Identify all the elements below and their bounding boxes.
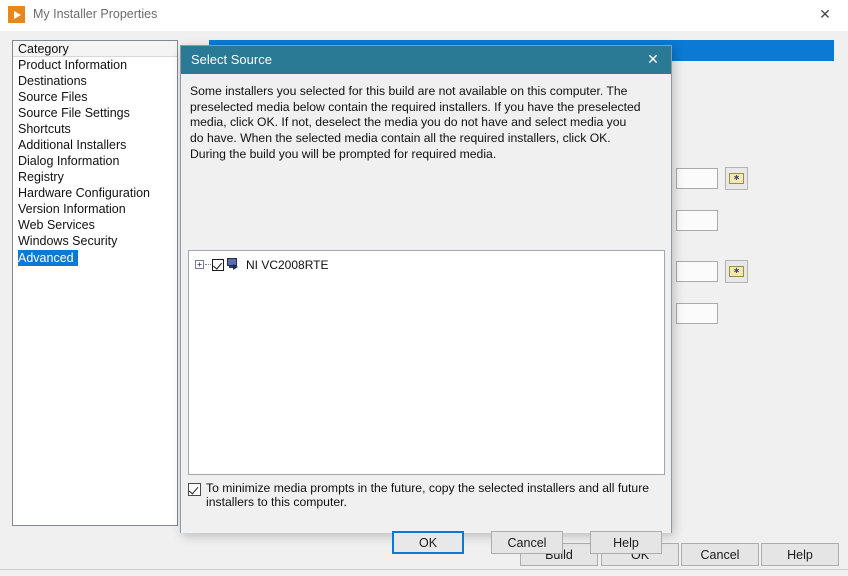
sidebar-item-version-information[interactable]: Version Information [13,201,177,217]
sidebar-item-additional-installers[interactable]: Additional Installers [13,137,177,153]
select-source-dialog: Select Source ✕ Some installers you sele… [180,45,672,554]
sidebar-item-windows-security[interactable]: Windows Security [13,233,177,249]
folder-icon: ✱ [729,173,744,184]
dialog-close-icon[interactable]: ✕ [635,46,671,74]
media-source-icon [225,258,240,271]
path-field-2[interactable] [676,210,718,231]
sidebar-item-destinations[interactable]: Destinations [13,73,177,89]
minimize-prompts-checkbox[interactable] [188,483,201,496]
sidebar-item-shortcuts[interactable]: Shortcuts [13,121,177,137]
browse-button-2[interactable]: ✱ [725,260,748,283]
category-list-header: Category [13,41,177,57]
screen: My Installer Properties ✕ Category Produ… [0,0,848,576]
dialog-title: Select Source [191,52,272,67]
expand-plus-icon[interactable]: + [195,260,204,269]
tree-item-checkbox[interactable] [212,258,224,271]
sidebar-row-advanced[interactable]: Advanced [13,249,177,266]
dialog-ok-button[interactable]: OK [392,531,464,554]
minimize-prompts-label: To minimize media prompts in the future,… [206,481,650,509]
sidebar-item-source-file-settings[interactable]: Source File Settings [13,105,177,121]
path-field-3[interactable] [676,261,718,282]
sidebar-item-product-information[interactable]: Product Information [13,57,177,73]
sidebar-item-web-services[interactable]: Web Services [13,217,177,233]
sidebar-item-registry[interactable]: Registry [13,169,177,185]
labview-play-icon [8,6,25,23]
window-bottom-divider [0,569,848,570]
sidebar-item-dialog-information[interactable]: Dialog Information [13,153,177,169]
sidebar-item-advanced[interactable]: Advanced [18,250,78,266]
help-button[interactable]: Help [761,543,839,566]
path-field-4[interactable] [676,303,718,324]
dialog-body: Some installers you selected for this bu… [181,74,671,554]
close-icon[interactable]: ✕ [802,0,848,30]
tree-item[interactable]: + NI VC2008RTE [195,256,328,273]
dialog-message: Some installers you selected for this bu… [190,84,641,161]
category-list[interactable]: Category Product Information Destination… [12,40,178,526]
tree-item-label: NI VC2008RTE [246,257,329,272]
tree-connector [205,263,211,266]
dialog-help-button[interactable]: Help [590,531,662,554]
path-field-1[interactable] [676,168,718,189]
media-tree[interactable]: + NI VC2008RTE [188,250,665,475]
page-title: My Installer Properties [33,7,158,21]
dialog-cancel-button[interactable]: Cancel [491,531,563,554]
sidebar-item-source-files[interactable]: Source Files [13,89,177,105]
folder-icon: ✱ [729,266,744,277]
cancel-button[interactable]: Cancel [681,543,759,566]
minimize-prompts-row[interactable]: To minimize media prompts in the future,… [188,481,660,509]
sidebar-item-hardware-configuration[interactable]: Hardware Configuration [13,185,177,201]
browse-button-1[interactable]: ✱ [725,167,748,190]
dialog-titlebar: Select Source ✕ [181,46,671,74]
app-titlebar: My Installer Properties ✕ [0,0,848,32]
